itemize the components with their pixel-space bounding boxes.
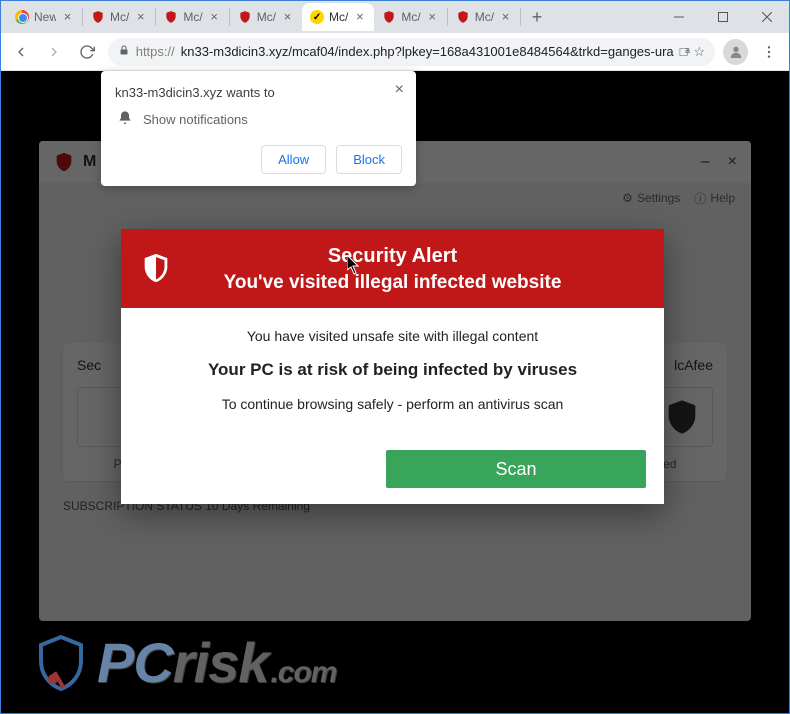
close-icon[interactable]: × <box>208 11 221 24</box>
close-icon[interactable]: × <box>353 11 366 24</box>
mcafee-icon <box>91 10 105 24</box>
alert-header: Security Alert You've visited illegal in… <box>121 229 664 308</box>
forward-button[interactable] <box>42 39 67 65</box>
tab-mcafee-5[interactable]: Mc/ × <box>374 3 446 31</box>
minimize-button[interactable] <box>657 1 701 33</box>
alert-line-2: Your PC is at risk of being infected by … <box>145 360 640 380</box>
tab-active[interactable]: Mc/ × <box>302 3 374 31</box>
bookmark-star-icon[interactable]: ☆ <box>694 44 706 60</box>
close-button[interactable] <box>745 1 789 33</box>
alert-line-3: To continue browsing safely - perform an… <box>145 396 640 412</box>
tab-mcafee-2[interactable]: Mc/ × <box>156 3 228 31</box>
close-icon[interactable]: × <box>395 81 404 99</box>
notification-actions: Allow Block <box>115 145 402 174</box>
url-protocol: https:// <box>136 44 175 59</box>
tab-title: Mc/ <box>257 10 276 24</box>
tab-title: Mc/ <box>110 10 129 24</box>
scan-button[interactable]: Scan <box>386 450 646 488</box>
browser-window: New × Mc/ × Mc/ × Mc/ × <box>0 0 790 714</box>
chrome-icon <box>15 10 29 24</box>
block-button[interactable]: Block <box>336 145 402 174</box>
translate-icon[interactable]: □ͣ <box>680 44 688 59</box>
address-bar[interactable]: https:// kn33-m3dicin3.xyz/mcaf04/index.p… <box>108 38 715 66</box>
toolbar: https:// kn33-m3dicin3.xyz/mcaf04/index.p… <box>1 33 789 71</box>
notification-permission-label: Show notifications <box>143 112 248 127</box>
alert-subtitle: You've visited illegal infected website <box>137 272 648 294</box>
close-icon[interactable]: × <box>426 11 439 24</box>
notification-permission-row: Show notifications <box>117 110 402 129</box>
tab-mcafee-3[interactable]: Mc/ × <box>230 3 302 31</box>
alert-line-1: You have visited unsafe site with illega… <box>145 328 640 344</box>
tabs-row: New × Mc/ × Mc/ × Mc/ × <box>1 1 657 33</box>
wm-dom: .com <box>270 656 336 689</box>
reload-button[interactable] <box>75 39 100 65</box>
pcrisk-text: PCrisk.com <box>97 630 336 695</box>
lock-icon <box>118 44 130 59</box>
back-button[interactable] <box>9 39 34 65</box>
tab-title: Mc/ <box>401 10 420 24</box>
url-text: kn33-m3dicin3.xyz/mcaf04/index.php?lpkey… <box>181 44 674 59</box>
profile-avatar[interactable] <box>723 39 748 65</box>
pcrisk-watermark: PCrisk.com <box>31 630 336 695</box>
alert-title: Security Alert <box>137 245 648 268</box>
mcafee-icon <box>456 10 470 24</box>
menu-button[interactable] <box>756 39 781 65</box>
mcafee-icon <box>164 10 178 24</box>
close-icon[interactable]: × <box>281 11 294 24</box>
norton-icon <box>310 10 324 24</box>
maximize-button[interactable] <box>701 1 745 33</box>
allow-button[interactable]: Allow <box>261 145 326 174</box>
new-tab-button[interactable]: + <box>525 5 549 29</box>
tab-mcafee-6[interactable]: Mc/ × <box>448 3 520 31</box>
tab-title: New <box>34 10 56 24</box>
close-icon[interactable]: × <box>499 11 512 24</box>
mcafee-icon <box>382 10 396 24</box>
window-controls <box>657 1 789 33</box>
bell-icon <box>117 110 133 129</box>
tab-title: Mc/ <box>183 10 202 24</box>
alert-actions: Scan <box>121 450 664 504</box>
titlebar: New × Mc/ × Mc/ × Mc/ × <box>1 1 789 33</box>
close-icon[interactable]: × <box>134 11 147 24</box>
tab-title: Mc/ <box>329 10 348 24</box>
tab-title: Mc/ <box>475 10 494 24</box>
alert-body: You have visited unsafe site with illega… <box>121 308 664 450</box>
tab-divider <box>520 8 521 26</box>
pcrisk-shield-icon <box>31 633 91 693</box>
wm-risk: risk <box>173 631 269 694</box>
close-icon[interactable]: × <box>61 11 74 24</box>
tab-mcafee-1[interactable]: Mc/ × <box>83 3 155 31</box>
alert-shield-icon <box>139 251 173 290</box>
mcafee-icon <box>238 10 252 24</box>
tab-new[interactable]: New × <box>7 3 82 31</box>
notification-site-text: kn33-m3dicin3.xyz wants to <box>115 85 402 100</box>
security-alert-modal: Security Alert You've visited illegal in… <box>121 229 664 504</box>
notification-permission-popup: × kn33-m3dicin3.xyz wants to Show notifi… <box>101 71 416 186</box>
wm-pc: PC <box>97 631 173 694</box>
